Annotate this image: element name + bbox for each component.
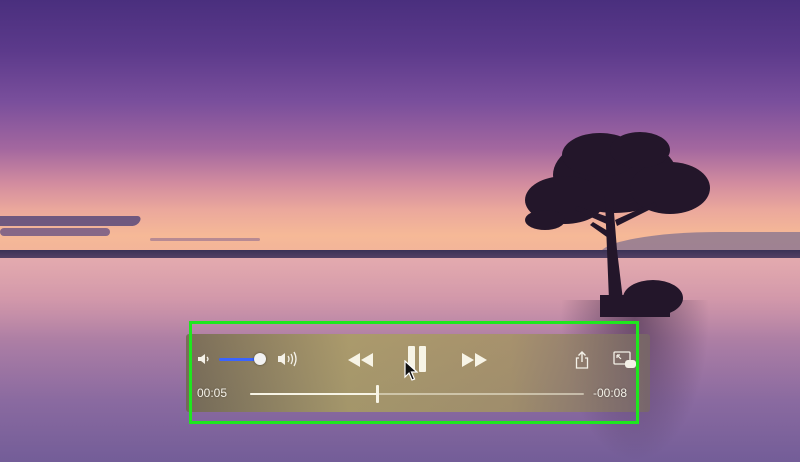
speaker-high-icon [278, 351, 297, 367]
cloud [0, 216, 143, 226]
tree-silhouette [525, 132, 710, 317]
fast-forward-icon [462, 353, 487, 367]
rewind-icon [348, 353, 373, 367]
rewind-button[interactable] [345, 350, 375, 370]
fast-forward-button[interactable] [460, 350, 490, 370]
remaining-time: -00:08 [593, 386, 628, 400]
seek-thumb[interactable] [375, 385, 379, 403]
picture-in-picture-icon [613, 351, 636, 368]
cloud [150, 238, 260, 241]
share-icon [575, 351, 589, 369]
share-button[interactable] [574, 350, 590, 370]
cloud [0, 228, 110, 236]
current-time: 00:05 [197, 386, 228, 400]
pause-icon [408, 346, 426, 372]
mute-button[interactable] [196, 351, 212, 367]
seek-progress [250, 393, 377, 395]
seek-bar[interactable] [250, 385, 584, 403]
pause-button[interactable] [404, 344, 430, 374]
picture-in-picture-button[interactable] [612, 350, 638, 370]
speaker-low-icon [198, 354, 209, 364]
max-volume-button[interactable] [276, 350, 302, 368]
